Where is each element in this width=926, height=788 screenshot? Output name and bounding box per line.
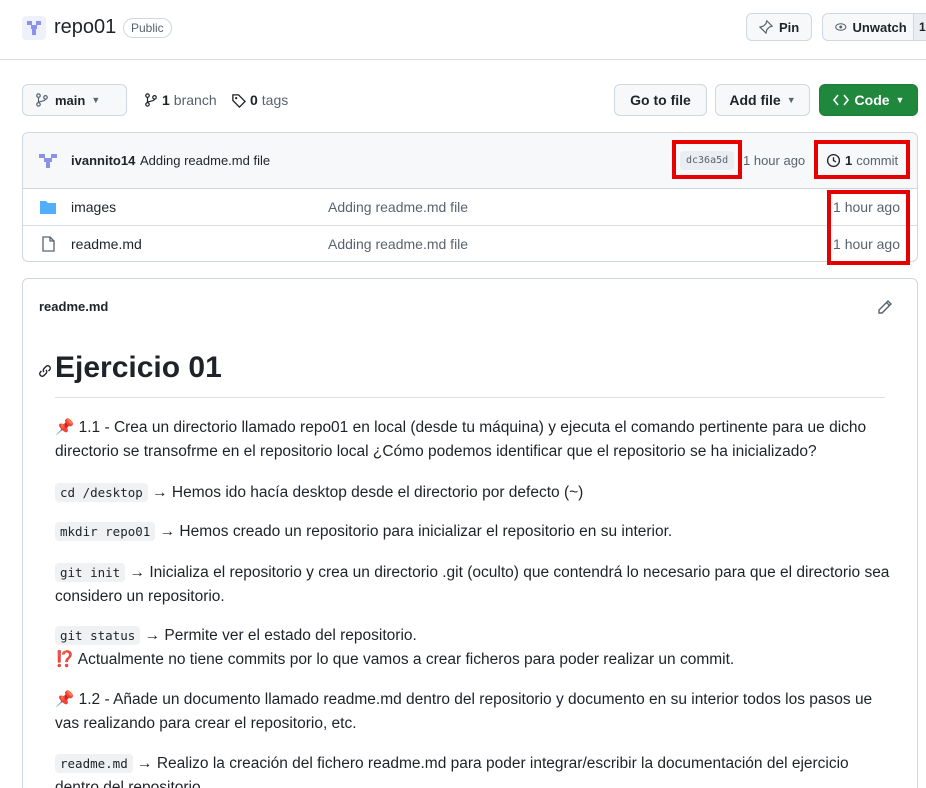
commits-link[interactable]: 1 commit: [826, 153, 898, 168]
readme-paragraph: mkdir repo01 → Hemos creado un repositor…: [55, 520, 895, 544]
readme-text: → Hemos ido hacía desktop desde el direc…: [152, 484, 584, 501]
readme-paragraph: git init → Inicializa el repositorio y c…: [55, 561, 895, 609]
file-commit-message[interactable]: Adding readme.md file: [328, 236, 468, 252]
repo-avatar-icon[interactable]: [22, 16, 46, 40]
latest-commit-row: ivannito14 Adding readme.md file dc36a5d…: [23, 133, 917, 189]
branch-label: branch: [173, 92, 217, 108]
file-time: 1 hour ago: [833, 199, 900, 215]
pushpin-icon: 📌: [55, 419, 75, 436]
chevron-down-icon: ▼: [895, 95, 905, 105]
branch-count: 1: [162, 92, 170, 108]
watch-count: 1: [912, 14, 926, 40]
readme-panel: readme.md Ejercicio 01 📌 1.1 - Crea un d…: [22, 278, 918, 788]
repo-header: repo01 Public Pin Unwatch 1: [0, 0, 926, 60]
folder-icon: [40, 201, 56, 214]
commit-sha[interactable]: dc36a5d: [680, 151, 735, 170]
readme-paragraph: cd /desktop → Hemos ido hacía desktop de…: [55, 481, 895, 505]
file-icon: [42, 236, 55, 252]
link-icon[interactable]: [37, 363, 53, 379]
readme-text: 1.1 - Crea un directorio llamado repo01 …: [55, 419, 867, 460]
tags-link[interactable]: 0 tags: [231, 92, 288, 108]
readme-paragraph: 📌 1.2 - Añade un documento llamado readm…: [55, 688, 895, 736]
file-name[interactable]: images: [71, 199, 116, 215]
chevron-down-icon: ▼: [786, 95, 796, 105]
readme-filename[interactable]: readme.md: [39, 299, 108, 314]
commit-count: 1: [845, 153, 853, 168]
file-time: 1 hour ago: [833, 236, 900, 252]
commit-time: 1 hour ago: [743, 153, 806, 168]
branches-link[interactable]: 1 branch: [144, 92, 217, 108]
inline-code: mkdir repo01: [55, 522, 156, 541]
history-icon: [826, 153, 841, 168]
unwatch-button[interactable]: Unwatch 1: [822, 13, 926, 41]
readme-text: → Inicializa el repositorio y crea un di…: [55, 564, 890, 605]
readme-paragraph: git status → Permite ver el estado del r…: [55, 624, 895, 672]
readme-text: → Hemos creado un repositorio para inici…: [159, 523, 673, 540]
inline-code: readme.md: [55, 754, 133, 773]
warning-icon: ⁉️: [55, 651, 75, 668]
readme-paragraph: readme.md → Realizo la creación del fich…: [55, 752, 895, 788]
file-commit-message[interactable]: Adding readme.md file: [328, 199, 468, 215]
code-button[interactable]: Code ▼: [819, 84, 918, 116]
readme-title: Ejercicio 01: [55, 351, 222, 384]
branch-select-button[interactable]: main ▼: [22, 84, 127, 116]
branch-name: main: [55, 92, 86, 108]
pushpin-icon: 📌: [55, 691, 75, 708]
inline-code: git status: [55, 626, 141, 645]
pin-button[interactable]: Pin: [746, 13, 813, 41]
pin-icon: [759, 20, 773, 34]
divider: [55, 397, 885, 398]
readme-text: → Permite ver el estado del repositorio.: [144, 627, 417, 644]
commit-message[interactable]: Adding readme.md file: [140, 153, 270, 168]
code-icon: [832, 94, 849, 106]
tag-count: 0: [250, 92, 258, 108]
readme-text: → Realizo la creación del fichero readme…: [55, 755, 849, 788]
chevron-down-icon: ▼: [91, 95, 101, 105]
code-label: Code: [854, 92, 890, 108]
repo-name[interactable]: repo01: [54, 16, 116, 39]
branch-icon: [36, 93, 48, 107]
file-row[interactable]: images Adding readme.md file 1 hour ago: [23, 189, 917, 226]
pencil-icon[interactable]: [877, 299, 893, 315]
watch-label: Unwatch: [852, 19, 907, 35]
readme-paragraph: 📌 1.1 - Crea un directorio llamado repo0…: [55, 416, 895, 464]
author-avatar[interactable]: [37, 152, 59, 170]
inline-code: git init: [55, 563, 126, 582]
tag-label: tags: [261, 92, 289, 108]
go-to-file-button[interactable]: Go to file: [614, 84, 707, 116]
visibility-badge: Public: [123, 18, 172, 38]
tag-icon: [232, 93, 246, 108]
eye-icon: [835, 23, 847, 31]
branch-icon: [145, 93, 157, 107]
inline-code: cd /desktop: [55, 483, 148, 502]
pin-label: Pin: [779, 19, 800, 35]
add-file-button[interactable]: Add file ▼: [715, 84, 810, 116]
commit-count-label: commit: [856, 153, 899, 168]
add-file-label: Add file: [729, 92, 781, 108]
readme-text: 1.2 - Añade un documento llamado readme.…: [55, 691, 873, 732]
file-row[interactable]: readme.md Adding readme.md file 1 hour a…: [23, 226, 917, 261]
commit-author[interactable]: ivannito14: [71, 153, 135, 168]
file-name[interactable]: readme.md: [71, 236, 142, 252]
readme-text: Actualmente no tiene commits por lo que …: [77, 651, 735, 668]
file-browser: ivannito14 Adding readme.md file dc36a5d…: [22, 132, 918, 262]
